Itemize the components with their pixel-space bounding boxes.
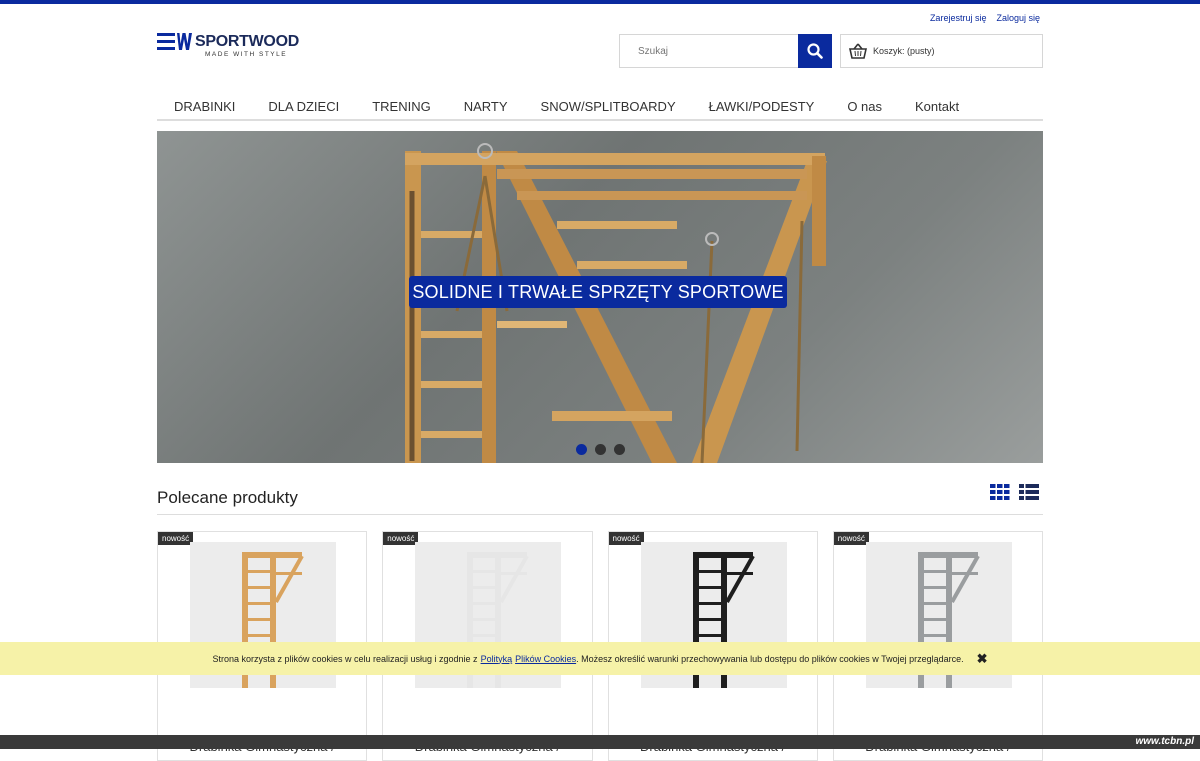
basket-icon [849,43,867,59]
top-accent-bar [0,0,1200,4]
login-link[interactable]: Zaloguj się [996,13,1040,23]
logo-mark-icon [157,33,192,50]
featured-divider [157,514,1043,515]
search-button[interactable] [798,34,832,68]
account-links: Zarejestruj się Zaloguj się [930,13,1040,23]
cookie-files-link[interactable]: Plików Cookies [515,654,576,664]
hero-slider[interactable]: SOLIDNE I TRWAŁE SPRZĘTY SPORTOWE [157,131,1043,463]
nav-item-trening[interactable]: TRENING [355,96,447,119]
logo-name: SPORTWOOD [195,33,299,50]
site-logo[interactable]: SPORTWOOD MADE WITH STYLE [157,33,302,59]
new-badge: nowość [383,532,419,545]
main-nav: DRABINKI DLA DZIECI TRENING NARTY SNOW/S… [157,96,1043,121]
cookie-policy-link[interactable]: Polityką [481,654,513,664]
hero-banner-text: SOLIDNE I TRWAŁE SPRZĘTY SPORTOWE [409,276,787,308]
close-icon[interactable]: ✖ [977,651,988,667]
nav-item-narty[interactable]: NARTY [447,96,524,119]
list-view-icon[interactable] [1019,484,1039,500]
slider-dots [576,444,625,455]
logo-tagline: MADE WITH STYLE [205,51,288,58]
register-link[interactable]: Zarejestruj się [930,13,987,23]
cookie-text: Strona korzysta z plików cookies w celu … [212,653,478,664]
search-input[interactable] [619,34,799,68]
slider-dot-3[interactable] [614,444,625,455]
grid-view-icon[interactable] [990,484,1010,500]
nav-item-snowboardy[interactable]: SNOW/SPLITBOARDY [524,96,692,119]
nav-item-drabinki[interactable]: DRABINKI [157,96,251,119]
nav-item-kontakt[interactable]: Kontakt [898,96,975,119]
watermark: www.tcbn.pl [1135,736,1194,747]
cart-button[interactable]: Koszyk: (pusty) [840,34,1043,68]
slider-dot-1[interactable] [576,444,587,455]
nav-item-lawki[interactable]: ŁAWKI/PODESTY [692,96,831,119]
new-badge: nowość [833,532,869,545]
nav-item-o-nas[interactable]: O nas [830,96,898,119]
nav-item-dla-dzieci[interactable]: DLA DZIECI [251,96,355,119]
cookie-bar: Strona korzysta z plików cookies w celu … [0,642,1200,675]
new-badge: nowość [158,532,194,545]
cookie-text-after: . Możesz określić warunki przechowywania… [576,653,964,664]
featured-title: Polecane produkty [157,488,298,507]
slider-dot-2[interactable] [595,444,606,455]
cart-label: Koszyk: (pusty) [873,46,935,56]
footer-bar [0,735,1200,749]
search-icon [807,43,823,59]
new-badge: nowość [608,532,644,545]
